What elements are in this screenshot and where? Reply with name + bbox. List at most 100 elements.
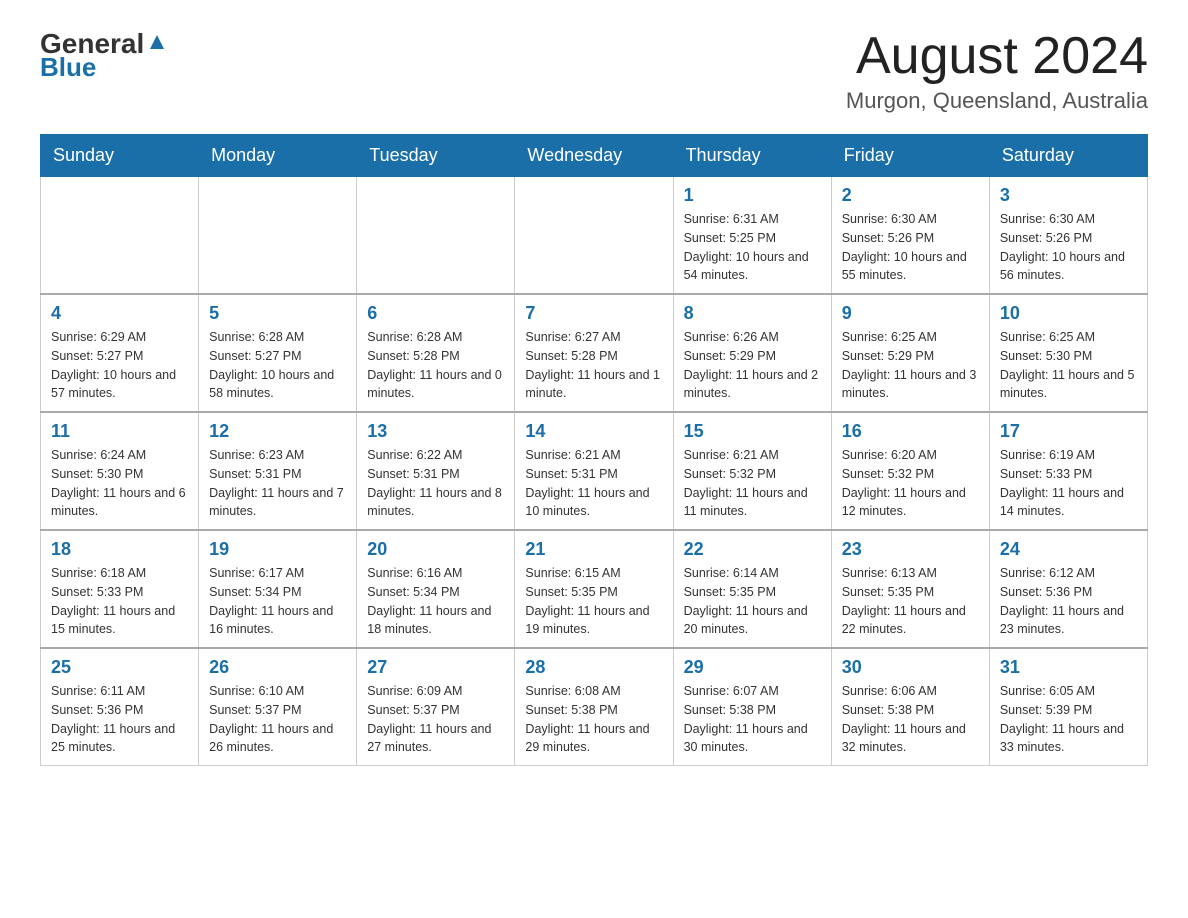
day-cell: 18Sunrise: 6:18 AMSunset: 5:33 PMDayligh… xyxy=(41,530,199,648)
day-number: 2 xyxy=(842,185,979,206)
day-cell: 26 Sunrise: 6:10 AMSunset: 5:37 PMDayligh… xyxy=(199,648,357,766)
day-number: 26 xyxy=(209,657,346,678)
logo-triangle-icon xyxy=(146,31,168,53)
week-row-3: 11 Sunrise: 6:24 AMSunset: 5:30 PMDayligh… xyxy=(41,412,1148,530)
day-info: Sunrise: 6:27 AMSunset: 5:28 PMDaylight:… xyxy=(525,328,662,403)
day-cell: 23 Sunrise: 6:13 AMSunset: 5:35 PMDayligh… xyxy=(831,530,989,648)
day-cell: 2 Sunrise: 6:30 AMSunset: 5:26 PMDaylight… xyxy=(831,177,989,295)
day-info: Sunrise: 6:10 AMSunset: 5:37 PMDaylight:… xyxy=(209,682,346,757)
day-info: Sunrise: 6:21 AMSunset: 5:32 PMDaylight:… xyxy=(684,446,821,521)
day-number: 7 xyxy=(525,303,662,324)
day-number: 1 xyxy=(684,185,821,206)
day-cell xyxy=(357,177,515,295)
day-header-monday: Monday xyxy=(199,135,357,177)
day-info: Sunrise: 6:20 AMSunset: 5:32 PMDaylight:… xyxy=(842,446,979,521)
day-header-sunday: Sunday xyxy=(41,135,199,177)
day-number: 29 xyxy=(684,657,821,678)
day-cell: 21 Sunrise: 6:15 AMSunset: 5:35 PMDayligh… xyxy=(515,530,673,648)
day-cell: 19Sunrise: 6:17 AMSunset: 5:34 PMDayligh… xyxy=(199,530,357,648)
day-cell: 6 Sunrise: 6:28 AMSunset: 5:28 PMDaylight… xyxy=(357,294,515,412)
day-cell: 14 Sunrise: 6:21 AMSunset: 5:31 PMDayligh… xyxy=(515,412,673,530)
day-number: 22 xyxy=(684,539,821,560)
day-info: Sunrise: 6:16 AMSunset: 5:34 PMDaylight:… xyxy=(367,564,504,639)
day-number: 9 xyxy=(842,303,979,324)
day-number: 27 xyxy=(367,657,504,678)
day-number: 12 xyxy=(209,421,346,442)
day-info: Sunrise: 6:29 AMSunset: 5:27 PMDaylight:… xyxy=(51,328,188,403)
week-row-4: 18Sunrise: 6:18 AMSunset: 5:33 PMDayligh… xyxy=(41,530,1148,648)
day-number: 24 xyxy=(1000,539,1137,560)
day-info: Sunrise: 6:30 AMSunset: 5:26 PMDaylight:… xyxy=(842,210,979,285)
day-number: 30 xyxy=(842,657,979,678)
day-info: Sunrise: 6:25 AMSunset: 5:29 PMDaylight:… xyxy=(842,328,979,403)
day-header-wednesday: Wednesday xyxy=(515,135,673,177)
day-number: 18 xyxy=(51,539,188,560)
day-cell: 8Sunrise: 6:26 AMSunset: 5:29 PMDaylight… xyxy=(673,294,831,412)
day-info: Sunrise: 6:05 AMSunset: 5:39 PMDaylight:… xyxy=(1000,682,1137,757)
day-number: 13 xyxy=(367,421,504,442)
day-number: 23 xyxy=(842,539,979,560)
day-number: 4 xyxy=(51,303,188,324)
day-info: Sunrise: 6:31 AMSunset: 5:25 PMDaylight:… xyxy=(684,210,821,285)
day-cell: 24 Sunrise: 6:12 AMSunset: 5:36 PMDayligh… xyxy=(989,530,1147,648)
day-cell: 4 Sunrise: 6:29 AMSunset: 5:27 PMDaylight… xyxy=(41,294,199,412)
day-number: 3 xyxy=(1000,185,1137,206)
day-info: Sunrise: 6:15 AMSunset: 5:35 PMDaylight:… xyxy=(525,564,662,639)
page-header: General Blue August 2024 Murgon, Queensl… xyxy=(40,30,1148,114)
day-cell: 25Sunrise: 6:11 AMSunset: 5:36 PMDayligh… xyxy=(41,648,199,766)
day-header-thursday: Thursday xyxy=(673,135,831,177)
title-section: August 2024 Murgon, Queensland, Australi… xyxy=(846,30,1148,114)
day-number: 17 xyxy=(1000,421,1137,442)
day-info: Sunrise: 6:23 AMSunset: 5:31 PMDaylight:… xyxy=(209,446,346,521)
day-info: Sunrise: 6:30 AMSunset: 5:26 PMDaylight:… xyxy=(1000,210,1137,285)
day-number: 25 xyxy=(51,657,188,678)
day-header-friday: Friday xyxy=(831,135,989,177)
day-info: Sunrise: 6:21 AMSunset: 5:31 PMDaylight:… xyxy=(525,446,662,521)
day-info: Sunrise: 6:09 AMSunset: 5:37 PMDaylight:… xyxy=(367,682,504,757)
day-info: Sunrise: 6:07 AMSunset: 5:38 PMDaylight:… xyxy=(684,682,821,757)
day-info: Sunrise: 6:08 AMSunset: 5:38 PMDaylight:… xyxy=(525,682,662,757)
day-info: Sunrise: 6:24 AMSunset: 5:30 PMDaylight:… xyxy=(51,446,188,521)
day-info: Sunrise: 6:14 AMSunset: 5:35 PMDaylight:… xyxy=(684,564,821,639)
day-info: Sunrise: 6:28 AMSunset: 5:27 PMDaylight:… xyxy=(209,328,346,403)
day-number: 6 xyxy=(367,303,504,324)
day-number: 10 xyxy=(1000,303,1137,324)
logo-blue: Blue xyxy=(40,54,96,80)
header-row: SundayMondayTuesdayWednesdayThursdayFrid… xyxy=(41,135,1148,177)
week-row-2: 4 Sunrise: 6:29 AMSunset: 5:27 PMDaylight… xyxy=(41,294,1148,412)
day-cell: 31 Sunrise: 6:05 AMSunset: 5:39 PMDayligh… xyxy=(989,648,1147,766)
day-number: 16 xyxy=(842,421,979,442)
day-info: Sunrise: 6:13 AMSunset: 5:35 PMDaylight:… xyxy=(842,564,979,639)
day-cell: 12 Sunrise: 6:23 AMSunset: 5:31 PMDayligh… xyxy=(199,412,357,530)
day-cell: 1 Sunrise: 6:31 AMSunset: 5:25 PMDaylight… xyxy=(673,177,831,295)
week-row-5: 25Sunrise: 6:11 AMSunset: 5:36 PMDayligh… xyxy=(41,648,1148,766)
day-number: 5 xyxy=(209,303,346,324)
day-number: 14 xyxy=(525,421,662,442)
day-cell xyxy=(41,177,199,295)
day-cell: 7 Sunrise: 6:27 AMSunset: 5:28 PMDaylight… xyxy=(515,294,673,412)
day-cell: 5 Sunrise: 6:28 AMSunset: 5:27 PMDaylight… xyxy=(199,294,357,412)
day-cell xyxy=(515,177,673,295)
logo: General Blue xyxy=(40,30,168,80)
day-cell: 9 Sunrise: 6:25 AMSunset: 5:29 PMDaylight… xyxy=(831,294,989,412)
day-number: 8 xyxy=(684,303,821,324)
day-cell: 28 Sunrise: 6:08 AMSunset: 5:38 PMDayligh… xyxy=(515,648,673,766)
day-info: Sunrise: 6:12 AMSunset: 5:36 PMDaylight:… xyxy=(1000,564,1137,639)
day-number: 31 xyxy=(1000,657,1137,678)
day-header-tuesday: Tuesday xyxy=(357,135,515,177)
day-number: 11 xyxy=(51,421,188,442)
day-cell: 16 Sunrise: 6:20 AMSunset: 5:32 PMDayligh… xyxy=(831,412,989,530)
week-row-1: 1 Sunrise: 6:31 AMSunset: 5:25 PMDaylight… xyxy=(41,177,1148,295)
calendar-table: SundayMondayTuesdayWednesdayThursdayFrid… xyxy=(40,134,1148,766)
month-title: August 2024 xyxy=(846,30,1148,82)
day-number: 28 xyxy=(525,657,662,678)
location: Murgon, Queensland, Australia xyxy=(846,88,1148,114)
day-cell: 27 Sunrise: 6:09 AMSunset: 5:37 PMDayligh… xyxy=(357,648,515,766)
day-cell: 22 Sunrise: 6:14 AMSunset: 5:35 PMDayligh… xyxy=(673,530,831,648)
day-info: Sunrise: 6:28 AMSunset: 5:28 PMDaylight:… xyxy=(367,328,504,403)
day-cell: 29 Sunrise: 6:07 AMSunset: 5:38 PMDayligh… xyxy=(673,648,831,766)
day-cell: 17Sunrise: 6:19 AMSunset: 5:33 PMDayligh… xyxy=(989,412,1147,530)
day-number: 20 xyxy=(367,539,504,560)
day-info: Sunrise: 6:17 AMSunset: 5:34 PMDaylight:… xyxy=(209,564,346,639)
day-number: 21 xyxy=(525,539,662,560)
